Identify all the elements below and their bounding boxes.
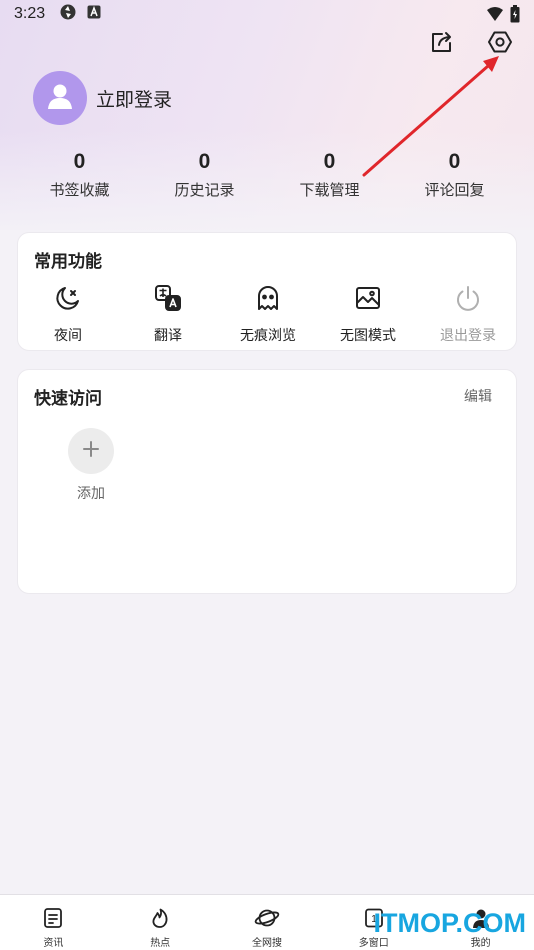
card-title: 快速访问 — [34, 389, 102, 409]
feature-logout[interactable]: 退出登录 — [418, 283, 518, 345]
status-bar: 3:23 — [0, 0, 534, 28]
ghost-icon — [253, 283, 283, 313]
stat-value: 0 — [198, 150, 211, 173]
feature-label: 无图模式 — [340, 328, 396, 344]
edit-button[interactable]: 编辑 — [464, 386, 492, 406]
stat-comments[interactable]: 0 评论回复 — [392, 148, 517, 200]
nav-news[interactable]: 资讯 — [0, 895, 107, 950]
windows-icon: 1 — [361, 905, 387, 931]
stat-value: 0 — [448, 150, 461, 173]
flame-icon — [147, 905, 173, 931]
user-icon — [43, 79, 77, 117]
feature-incognito[interactable]: 无痕浏览 — [218, 283, 318, 345]
bottom-nav: 资讯 热点 全网搜 1 多窗口 我的 — [0, 894, 534, 950]
common-functions-card: 常用功能 夜间 翻译 无痕浏览 无图模式 退出登录 — [17, 232, 517, 351]
feature-night-mode[interactable]: 夜间 — [18, 283, 118, 345]
nav-label: 资讯 — [43, 938, 64, 949]
add-label: 添加 — [77, 486, 105, 502]
stat-value: 0 — [323, 150, 336, 173]
person-icon — [468, 905, 494, 931]
card-title: 常用功能 — [34, 252, 102, 272]
stat-label: 书签收藏 — [49, 181, 110, 199]
a-badge-icon — [87, 5, 101, 23]
profile-row[interactable]: 立即登录 — [33, 71, 172, 125]
planet-icon — [254, 905, 280, 931]
stat-downloads[interactable]: 0 下载管理 — [267, 148, 392, 200]
night-mode-icon — [53, 283, 83, 313]
power-icon — [453, 283, 483, 313]
avatar[interactable] — [33, 71, 87, 125]
news-icon — [40, 905, 66, 931]
nav-hot[interactable]: 热点 — [107, 895, 214, 950]
stat-label: 评论回复 — [424, 181, 485, 199]
add-circle[interactable] — [68, 428, 114, 474]
settings-hexagon-icon — [487, 29, 513, 59]
no-image-icon — [353, 283, 383, 313]
feature-label: 无痕浏览 — [240, 328, 296, 344]
plus-icon — [82, 440, 100, 462]
feature-label: 退出登录 — [440, 328, 496, 344]
share-icon — [429, 29, 455, 59]
settings-button[interactable] — [486, 30, 514, 58]
feature-label: 翻译 — [154, 328, 182, 344]
translate-icon — [153, 283, 183, 313]
nav-label: 全网搜 — [251, 938, 282, 949]
feature-label: 夜间 — [54, 328, 82, 344]
nav-label: 热点 — [150, 938, 171, 949]
nav-windows[interactable]: 1 多窗口 — [320, 895, 427, 950]
stat-value: 0 — [73, 150, 86, 173]
add-shortcut-button[interactable]: 添加 — [68, 428, 114, 503]
wifi-icon — [486, 6, 504, 26]
window-count: 1 — [371, 914, 377, 925]
stat-history[interactable]: 0 历史记录 — [142, 148, 267, 200]
features-row: 夜间 翻译 无痕浏览 无图模式 退出登录 — [18, 283, 518, 345]
quick-access-card: 快速访问 编辑 添加 — [17, 369, 517, 594]
nav-search-all[interactable]: 全网搜 — [214, 895, 321, 950]
app-notification-icon — [59, 3, 77, 25]
feature-no-image[interactable]: 无图模式 — [318, 283, 418, 345]
top-actions — [428, 30, 514, 58]
nav-label: 我的 — [470, 938, 491, 949]
stat-bookmarks[interactable]: 0 书签收藏 — [17, 148, 142, 200]
stat-label: 历史记录 — [174, 181, 235, 199]
nav-mine[interactable]: 我的 — [427, 895, 534, 950]
battery-icon — [510, 5, 520, 27]
stats-row: 0 书签收藏 0 历史记录 0 下载管理 0 评论回复 — [17, 148, 517, 200]
feature-translate[interactable]: 翻译 — [118, 283, 218, 345]
status-time: 3:23 — [14, 5, 46, 22]
share-button[interactable] — [428, 30, 456, 58]
nav-label: 多窗口 — [358, 938, 389, 949]
stat-label: 下载管理 — [299, 181, 360, 199]
login-link[interactable]: 立即登录 — [96, 85, 172, 112]
